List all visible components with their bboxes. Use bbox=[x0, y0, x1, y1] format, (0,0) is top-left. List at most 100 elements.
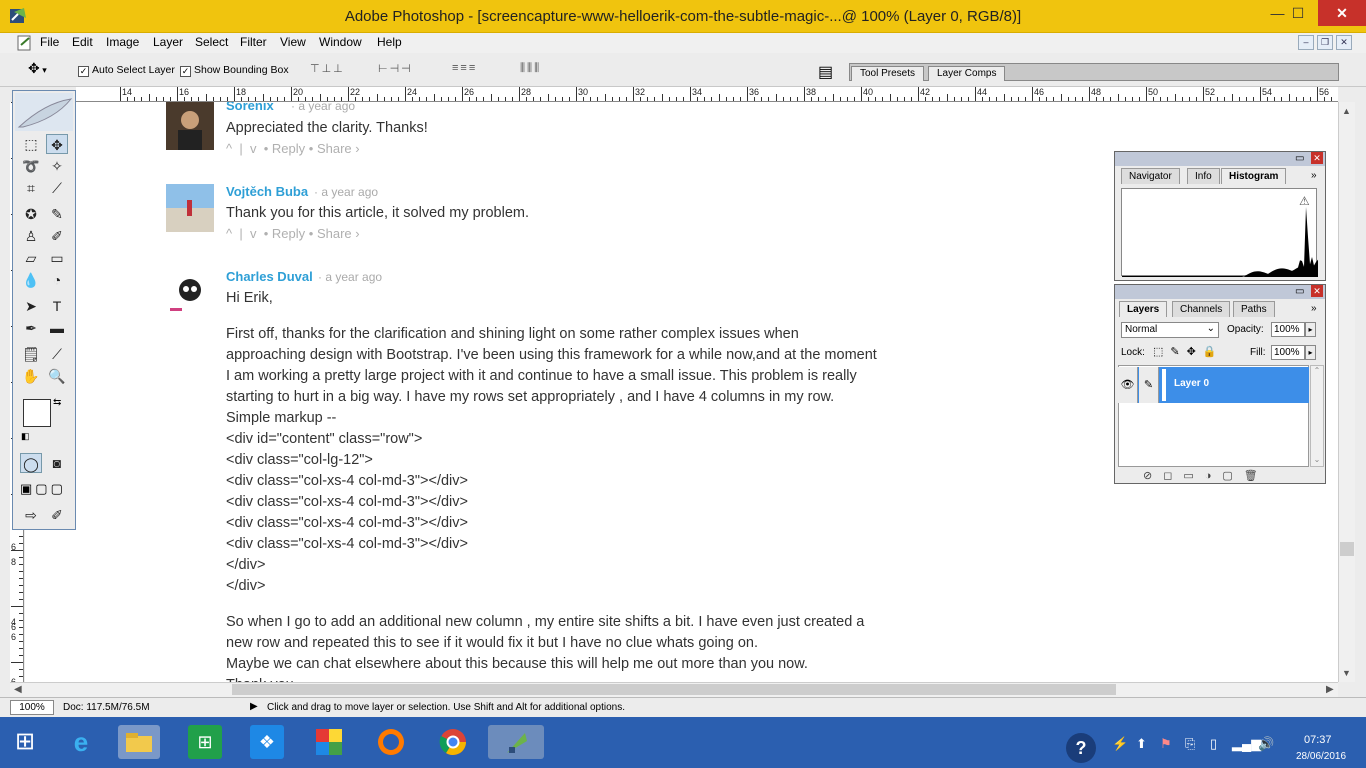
vertical-scrollbar[interactable]: ▲ ▼ bbox=[1338, 102, 1355, 682]
downvote-icon[interactable]: v bbox=[250, 226, 257, 241]
close-button[interactable]: ✕ bbox=[1318, 0, 1366, 26]
notification-icon[interactable]: ⚡ bbox=[1112, 736, 1128, 752]
scroll-down-icon[interactable]: ⌄ bbox=[1311, 455, 1323, 464]
comment-date[interactable]: · a year ago bbox=[314, 185, 378, 199]
auto-select-checkbox[interactable]: ✓ Auto Select Layer bbox=[78, 64, 175, 77]
bounding-box-checkbox[interactable]: ✓ Show Bounding Box bbox=[180, 64, 289, 77]
upvote-icon[interactable]: ^ bbox=[226, 226, 232, 241]
scroll-left-icon[interactable]: ◀ bbox=[14, 684, 22, 695]
layer-comps-tab[interactable]: Layer Comps bbox=[928, 66, 1006, 81]
share-link[interactable]: Share › bbox=[317, 141, 360, 156]
zoom-tool-icon[interactable]: 🔍 bbox=[46, 366, 68, 386]
hand-tool-icon[interactable]: ✋ bbox=[20, 366, 42, 386]
eraser-tool-icon[interactable]: ▱ bbox=[20, 248, 42, 268]
store-icon[interactable]: ⊞ bbox=[188, 725, 222, 759]
menu-layer[interactable]: Layer bbox=[153, 35, 183, 49]
sync-icon[interactable]: ⬆ bbox=[1136, 736, 1147, 752]
lock-icons[interactable]: ⬚✎✥🔒 bbox=[1153, 345, 1224, 358]
wifi-icon[interactable]: ▂▄▆ bbox=[1232, 736, 1261, 752]
firefox-icon[interactable] bbox=[374, 725, 408, 759]
blur-tool-icon[interactable]: 💧 bbox=[20, 270, 42, 290]
battery-icon[interactable]: ▯ bbox=[1210, 736, 1217, 752]
quick-mask-icon[interactable]: ◙ bbox=[46, 453, 68, 473]
blend-mode-select[interactable]: Normal ⌄ bbox=[1121, 322, 1219, 338]
tab-paths[interactable]: Paths bbox=[1233, 301, 1275, 317]
slice-tool-icon[interactable]: ⟋ bbox=[46, 178, 68, 198]
marquee-tool-icon[interactable]: ⬚ bbox=[20, 134, 42, 154]
windows-start-icon[interactable]: ⊞ bbox=[8, 725, 42, 759]
title-bar[interactable]: Adobe Photoshop - [screencapture-www-hel… bbox=[0, 0, 1366, 33]
clock-date[interactable]: 28/06/2016 bbox=[1296, 751, 1346, 762]
share-link[interactable]: Share › bbox=[317, 226, 360, 241]
panel-menu-icon[interactable]: » bbox=[1311, 303, 1317, 314]
move-tool-preset-icon[interactable]: ✥ ▾ bbox=[28, 60, 47, 77]
menu-edit[interactable]: Edit bbox=[72, 35, 93, 49]
usb-icon[interactable]: ⎘ bbox=[1185, 736, 1195, 752]
type-tool-icon[interactable]: T bbox=[46, 296, 68, 316]
horizontal-scroll-thumb[interactable] bbox=[232, 684, 1116, 695]
magic-wand-tool-icon[interactable]: ✧ bbox=[46, 156, 68, 176]
reply-link[interactable]: Reply bbox=[272, 141, 305, 156]
doc-minimize-button[interactable]: – bbox=[1298, 35, 1314, 50]
pen-tool-icon[interactable]: ✒ bbox=[20, 318, 42, 338]
maximize-button[interactable]: ☐ bbox=[1283, 0, 1313, 26]
scroll-up-icon[interactable]: ▲ bbox=[1342, 106, 1351, 116]
palette-well-icon[interactable]: ▤ bbox=[818, 62, 833, 82]
menu-view[interactable]: View bbox=[280, 35, 306, 49]
tab-histogram[interactable]: Histogram bbox=[1221, 168, 1287, 184]
menu-select[interactable]: Select bbox=[195, 35, 228, 49]
default-colors-icon[interactable]: ◧ bbox=[21, 431, 30, 442]
panel-minimize-icon[interactable]: ▭ bbox=[1295, 153, 1304, 164]
tab-channels[interactable]: Channels bbox=[1172, 301, 1231, 317]
scroll-thumb[interactable] bbox=[1340, 542, 1354, 556]
comment-author[interactable]: Vojtěch Buba bbox=[226, 184, 308, 199]
panel-close-icon[interactable]: ✕ bbox=[1311, 285, 1323, 297]
layer-row[interactable]: 👁 ✎ Layer 0 bbox=[1118, 367, 1309, 403]
align-top-icons[interactable]: ⊤⊥⊥ bbox=[310, 62, 345, 78]
file-explorer-icon[interactable] bbox=[118, 725, 160, 759]
volume-icon[interactable]: 🔊 bbox=[1258, 736, 1274, 752]
lasso-tool-icon[interactable]: ➰ bbox=[20, 156, 42, 176]
tab-layers[interactable]: Layers bbox=[1119, 301, 1168, 317]
clock-time[interactable]: 07:37 bbox=[1304, 734, 1332, 746]
distribute-top-icons[interactable]: ≡≡≡ bbox=[452, 62, 477, 78]
menu-filter[interactable]: Filter bbox=[240, 35, 267, 49]
help-icon[interactable]: ? bbox=[1066, 733, 1096, 763]
menu-file[interactable]: File bbox=[40, 35, 59, 49]
layer-name[interactable]: Layer 0 bbox=[1174, 378, 1209, 389]
notes-tool-icon[interactable]: 🗒 bbox=[20, 344, 42, 364]
warning-icon[interactable]: ⚠ bbox=[1299, 194, 1310, 208]
move-tool-icon[interactable]: ✥ bbox=[46, 134, 68, 154]
doc-restore-button[interactable]: ❐ bbox=[1317, 35, 1333, 50]
crop-tool-icon[interactable]: ⌗ bbox=[20, 178, 42, 198]
upvote-icon[interactable]: ^ bbox=[226, 141, 232, 156]
standard-mode-icon[interactable]: ◯ bbox=[20, 453, 42, 473]
comment-date[interactable]: · a year ago bbox=[291, 102, 355, 113]
picasa-icon[interactable] bbox=[312, 725, 346, 759]
panel-titlebar[interactable] bbox=[1115, 285, 1325, 299]
chrome-icon[interactable] bbox=[436, 725, 470, 759]
screen-mode-icons[interactable]: ▣▢▢ bbox=[20, 481, 66, 497]
jump-to-imageready-icon[interactable]: ⇨ bbox=[20, 505, 42, 525]
visibility-eye-icon[interactable]: 👁 bbox=[1118, 367, 1138, 403]
panel-close-icon[interactable]: ✕ bbox=[1311, 152, 1323, 164]
path-selection-icon[interactable]: ➤ bbox=[20, 296, 42, 316]
reply-link[interactable]: Reply bbox=[272, 226, 305, 241]
swap-colors-icon[interactable]: ⇆ bbox=[53, 397, 61, 408]
document-icon[interactable] bbox=[17, 35, 33, 54]
tool-presets-tab[interactable]: Tool Presets bbox=[851, 66, 925, 81]
opacity-arrow-icon[interactable]: ▸ bbox=[1305, 322, 1316, 337]
layers-scrollbar[interactable]: ⌃ ⌄ bbox=[1310, 365, 1324, 467]
panel-titlebar[interactable] bbox=[1115, 152, 1325, 166]
scroll-right-icon[interactable]: ▶ bbox=[1326, 684, 1334, 695]
dropbox-icon[interactable]: ❖ bbox=[250, 725, 284, 759]
comment-author[interactable]: Charles Duval bbox=[226, 269, 313, 284]
align-left-icons[interactable]: ⊢⊣⊣ bbox=[378, 62, 413, 78]
fill-arrow-icon[interactable]: ▸ bbox=[1305, 345, 1316, 360]
history-brush-icon[interactable]: ✐ bbox=[46, 226, 68, 246]
photoshop-taskbar-icon[interactable] bbox=[488, 725, 544, 759]
tab-navigator[interactable]: Navigator bbox=[1121, 168, 1180, 184]
gradient-tool-icon[interactable]: ▭ bbox=[46, 248, 68, 268]
doc-close-button[interactable]: ✕ bbox=[1336, 35, 1352, 50]
clone-stamp-icon[interactable]: ♙ bbox=[20, 226, 42, 246]
